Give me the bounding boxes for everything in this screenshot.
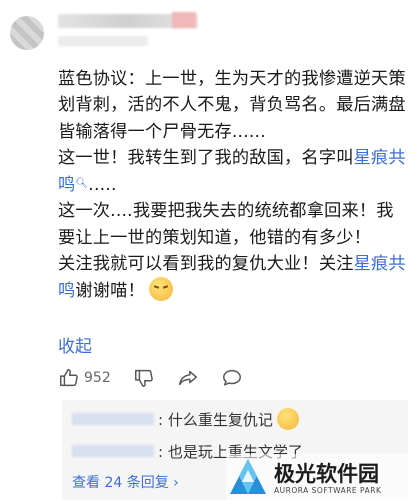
watermark-title: 极光软件园 (274, 461, 379, 486)
dislike-button[interactable] (133, 367, 155, 389)
wry-face-emoji-icon (148, 277, 173, 302)
post-paragraph-1: 蓝色协议：上一世，生为天才的我惨遭逆天策划背刺，活的不人不鬼，背负骂名。最后满盘… (58, 69, 406, 142)
post-paragraph-3: 这一次....我要把我失去的统统都拿回来！我要让上一世的策划知道，他错的有多少！ (58, 201, 394, 248)
reply-text: : 什么重生复仇记 (158, 410, 273, 429)
avatar[interactable] (10, 16, 44, 50)
reply-item[interactable]: : 什么重生复仇记 (72, 408, 299, 430)
dislike-icon (134, 369, 153, 387)
watermark: 极光软件园 AURORA SOFTWARE PARK (226, 454, 414, 502)
watermark-subtitle: AURORA SOFTWARE PARK (274, 485, 382, 495)
thumbs-up-icon (60, 369, 78, 387)
share-button[interactable] (177, 367, 199, 389)
reply-author-redacted[interactable] (72, 445, 154, 457)
collapse-button[interactable]: 收起 (58, 332, 92, 357)
like-count: 952 (84, 370, 111, 386)
post-content: 蓝色协议：上一世，生为天才的我惨遭逆天策划背刺，活的不人不鬼，背负骂名。最后满盘… (58, 66, 408, 305)
view-more-replies-link[interactable]: 查看 24 条回复 › (72, 472, 179, 492)
action-bar: 952 (58, 364, 265, 392)
share-icon (178, 370, 197, 386)
grin-emoji-icon (276, 408, 299, 430)
aurora-logo-icon (230, 459, 266, 494)
like-button[interactable]: 952 (58, 367, 111, 389)
reply-author-redacted[interactable] (72, 413, 154, 425)
post-paragraph-2: 这一世！我转生到了我的敌国，名字叫星痕共鸣🔍︎..... (58, 147, 406, 196)
user-badge-redacted (172, 12, 196, 28)
comment-button[interactable] (221, 367, 243, 389)
post-meta-redacted (58, 36, 148, 46)
search-icon[interactable]: 🔍︎ (75, 178, 88, 189)
post-paragraph-4: 关注我就可以看到我的复仇大业！关注星痕共鸣谢谢喵！ (58, 254, 406, 302)
comment-icon (222, 369, 241, 386)
